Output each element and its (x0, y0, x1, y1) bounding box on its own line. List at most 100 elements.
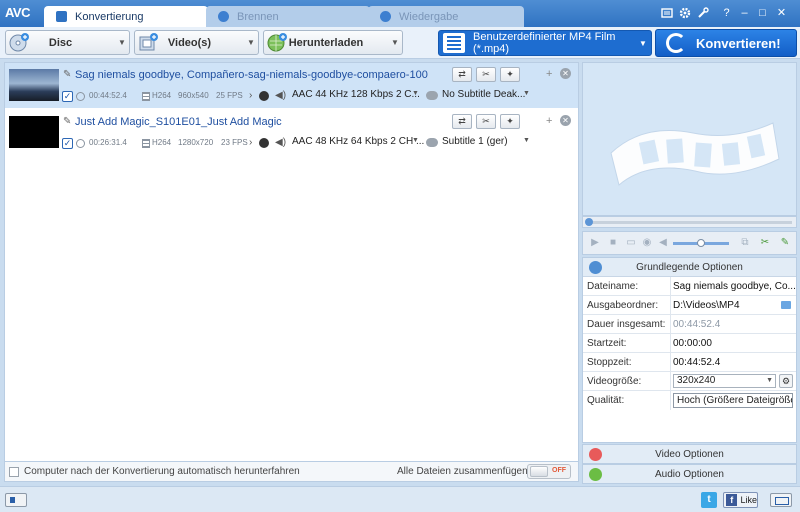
tab-label: Wiedergabe (399, 10, 459, 23)
close-icon[interactable]: ✕ (775, 7, 788, 20)
chevron-down-icon[interactable]: ▼ (388, 38, 402, 47)
chevron-down-icon[interactable]: ▼ (412, 137, 419, 144)
audio-track-select[interactable]: AAC 48 KHz 64 Kbps 2 CH ... (292, 136, 424, 147)
quality-label: Qualität: (587, 395, 625, 406)
disc-add-icon (9, 33, 29, 52)
stop-time-field[interactable]: 00:44:52.4 (673, 357, 720, 368)
audio-options-section[interactable]: Audio Optionen (582, 464, 797, 484)
basic-options-header[interactable]: Grundlegende Optionen (583, 258, 796, 277)
folder-icon[interactable] (781, 301, 791, 309)
seek-track[interactable] (587, 221, 792, 224)
file-row[interactable]: ✎ Just Add Magic_S101E01_Just Add Magic … (5, 110, 578, 155)
clock-icon (76, 92, 85, 101)
start-time-label: Startzeit: (587, 338, 627, 349)
crop-icon[interactable]: ⇄ (452, 67, 472, 82)
volume-slider[interactable] (673, 239, 729, 247)
cut-icon[interactable]: ✂ (476, 67, 496, 82)
filename-field[interactable]: Sag niemals goodbye, Co... (673, 281, 796, 292)
play-tab-icon (380, 11, 391, 22)
chevron-down-icon[interactable]: ▼ (115, 38, 129, 47)
subtitle-select[interactable]: Subtitle 1 (ger) (442, 136, 508, 147)
tab-wiedergabe[interactable]: Wiedergabe (368, 6, 524, 27)
volume-icon[interactable]: ◀ (657, 237, 669, 249)
film-icon (443, 33, 465, 53)
stop-icon[interactable]: ■ (607, 237, 619, 249)
scissors-icon[interactable]: ✂ (759, 237, 771, 249)
minimize-icon[interactable]: – (738, 7, 751, 20)
effects-icon[interactable]: ✦ (500, 67, 520, 82)
remove-icon[interactable]: ✕ (560, 68, 571, 79)
effects-icon[interactable]: ✦ (500, 114, 520, 129)
output-profile-select[interactable]: Benutzerdefinierter MP4 Film (*.mp4) ▼ (438, 30, 652, 56)
duration: 00:26:31.4 (89, 138, 127, 147)
chevron-down-icon[interactable]: ▼ (523, 137, 530, 144)
cut-icon[interactable]: ✂ (476, 114, 496, 129)
tools-icon[interactable] (696, 7, 709, 20)
convert-button[interactable]: Konvertieren! (655, 29, 797, 57)
play-icon[interactable]: ▶ (589, 237, 601, 249)
shutdown-checkbox[interactable] (9, 467, 19, 477)
file-checkbox[interactable]: ✓ (62, 91, 73, 102)
panel-toggle-icon[interactable] (5, 493, 27, 507)
file-title[interactable]: Sag niemals goodbye, Compañero-sag-niema… (75, 69, 428, 81)
add-icon[interactable]: + (546, 115, 552, 127)
chevron-down-icon[interactable]: ▼ (635, 39, 651, 48)
download-button[interactable]: Herunterladen ▼ (263, 30, 403, 55)
chevron-down-icon[interactable]: ▼ (412, 90, 419, 97)
gear-icon[interactable]: ⚙ (779, 374, 793, 388)
row-tools: ⇄ ✂ ✦ (452, 114, 520, 130)
chevron-down-icon[interactable]: ▼ (523, 90, 530, 97)
globe-icon (259, 138, 269, 148)
compare-icon[interactable]: ⧉ (739, 237, 751, 249)
magic-wand-icon[interactable]: ✎ (779, 237, 791, 249)
video-preview[interactable] (582, 62, 797, 216)
start-time-field[interactable]: 00:00:00 (673, 338, 712, 349)
volume-handle[interactable] (697, 239, 705, 247)
filename-row: Dateiname: Sag niemals goodbye, Co... (583, 277, 796, 296)
file-row[interactable]: ✎ Sag niemals goodbye, Compañero-sag-nie… (5, 63, 578, 108)
shutdown-label[interactable]: Computer nach der Konvertierung automati… (24, 466, 300, 477)
help-icon[interactable]: ? (720, 7, 733, 20)
refresh-icon (666, 33, 686, 53)
total-duration-row: Dauer insgesamt: 00:44:52.4 (583, 315, 796, 334)
video-thumbnail[interactable] (9, 69, 59, 101)
seek-handle[interactable] (585, 218, 593, 226)
subtitle-select[interactable]: No Subtitle Deak... (442, 89, 525, 100)
add-icon[interactable]: + (546, 68, 552, 80)
add-video-button[interactable]: Video(s) ▼ (134, 30, 259, 55)
video-size-select[interactable]: 320x240 ▼ (673, 374, 776, 388)
edit-name-icon[interactable]: ✎ (63, 70, 73, 80)
film-reel-watermark-icon (610, 122, 780, 186)
file-checkbox[interactable]: ✓ (62, 138, 73, 149)
crop-icon[interactable]: ⇄ (452, 114, 472, 129)
merge-toggle[interactable]: OFF (527, 464, 571, 479)
skin-icon[interactable] (660, 7, 673, 20)
tab-brennen[interactable]: Brennen (206, 6, 370, 27)
expand-panel-icon[interactable] (770, 493, 792, 507)
audio-track-select[interactable]: AAC 44 KHz 128 Kbps 2 C... (292, 89, 420, 100)
toggle-knob[interactable] (530, 466, 548, 477)
file-title[interactable]: Just Add Magic_S101E01_Just Add Magic (75, 116, 282, 128)
seek-bar[interactable] (582, 216, 797, 228)
video-thumbnail[interactable] (9, 116, 59, 148)
folder-icon[interactable]: ▭ (625, 237, 637, 249)
settings-icon[interactable] (678, 7, 691, 20)
twitter-icon[interactable]: t (701, 492, 717, 508)
add-disc-button[interactable]: Disc ▼ (5, 30, 130, 55)
basic-options-title: Grundlegende Optionen (636, 262, 743, 273)
remove-icon[interactable]: ✕ (560, 115, 571, 126)
video-size-row: Videogröße: 320x240 ▼ ⚙ (583, 372, 796, 391)
facebook-icon: f (726, 494, 738, 506)
chevron-down-icon[interactable]: ▼ (766, 375, 773, 387)
quality-select[interactable]: Hoch (Größere Dateigröße) (673, 393, 793, 408)
video-options-section[interactable]: Video Optionen (582, 444, 797, 464)
output-folder-field[interactable]: D:\Videos\MP4 (673, 300, 740, 311)
facebook-like-button[interactable]: f Like (723, 492, 758, 508)
toggle-state: OFF (552, 467, 566, 474)
snapshot-icon[interactable]: ◉ (641, 237, 653, 249)
fps: 25 FPS (216, 91, 243, 100)
chevron-down-icon[interactable]: ▼ (244, 38, 258, 47)
maximize-icon[interactable]: □ (756, 7, 769, 20)
tab-konvertierung[interactable]: Konvertierung (44, 6, 208, 27)
edit-name-icon[interactable]: ✎ (63, 117, 73, 127)
